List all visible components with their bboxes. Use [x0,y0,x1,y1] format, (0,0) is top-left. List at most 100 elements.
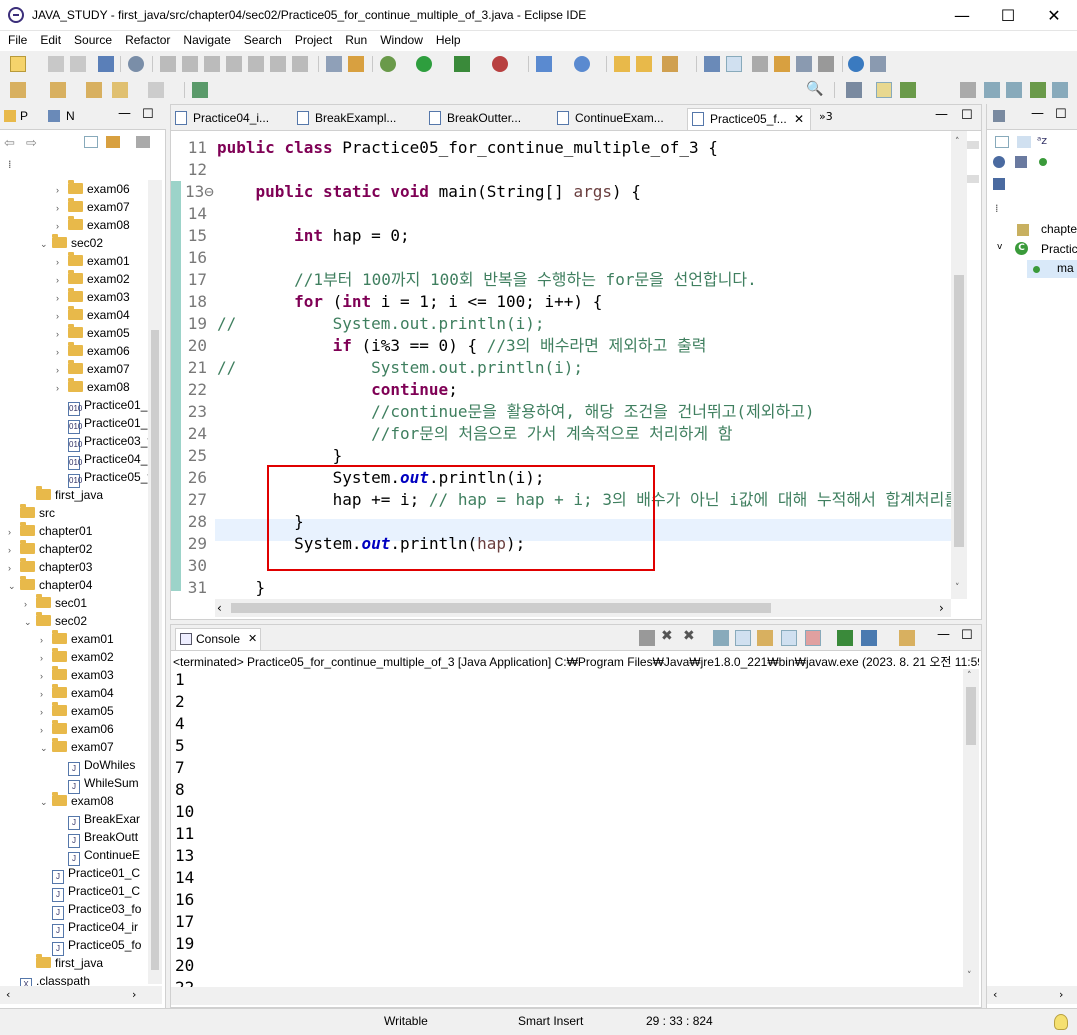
editor-vscrollbar[interactable]: ˄ ˅ [951,131,967,599]
disconnect-icon[interactable] [226,56,242,72]
view-icon-1[interactable] [984,82,1000,98]
tree-item[interactable]: › exam06 [40,720,114,738]
tab-continueexample[interactable]: ContinueExam... [553,108,687,130]
debug-icon[interactable] [380,56,396,72]
expand-arrow-icon[interactable]: › [56,289,68,307]
back-icon[interactable] [86,82,102,98]
outline-class[interactable]: Practic [1041,242,1077,256]
tree-item[interactable]: › exam01 [56,252,130,270]
expand-arrow-icon[interactable]: › [24,595,36,613]
tab-breakexample[interactable]: BreakExampl... [293,108,425,130]
maximize-console-icon[interactable]: ☐ [961,628,973,643]
pin-icon[interactable] [192,82,208,98]
remove-all-icon[interactable]: ✖ [683,628,695,644]
tree-item[interactable]: › exam05 [56,324,130,342]
open-console-icon[interactable] [899,630,915,646]
open-type-icon[interactable] [614,56,630,72]
highlight-icon[interactable] [726,56,742,72]
expand-arrow-icon[interactable]: › [40,631,52,649]
expand-arrow-icon[interactable]: ⌄ [8,577,20,595]
code-line[interactable]: 19 // System.out.println(i); [171,313,951,335]
tree-item[interactable]: first_java [24,954,103,972]
clear-console-icon[interactable] [713,630,729,646]
show-stderr-icon[interactable] [805,630,821,646]
scroll-down-icon[interactable]: ˅ [967,971,972,981]
menu-run[interactable]: Run [337,31,372,47]
expand-arrow-icon[interactable]: › [40,649,52,667]
tree-item[interactable]: › exam06 [56,180,130,198]
tab-navigator[interactable]: N [66,109,75,123]
code-line[interactable]: 20 if (i%3 == 0) { //3의 배수라면 제외하고 출력 [171,335,951,357]
tree-item[interactable]: 010 Practice04_ir [56,450,148,470]
new-icon[interactable] [10,56,26,72]
view-menu-icon[interactable] [136,136,150,148]
expand-arrow-icon[interactable]: › [56,253,68,271]
scroll-right-icon[interactable]: › [939,601,944,615]
expand-class-icon[interactable]: v [997,242,1002,252]
tree-hscrollbar[interactable]: ‹ › [0,986,162,1004]
perspective-open-icon[interactable] [846,82,862,98]
tree-item[interactable]: J DoWhiles [56,756,135,776]
menu-edit[interactable]: Edit [32,31,66,47]
maximize-editor-icon[interactable]: ☐ [961,108,973,123]
close-button[interactable]: ✕ [1031,0,1077,31]
collapse-outline-icon[interactable] [995,136,1009,148]
open-perspective-icon[interactable] [870,56,886,72]
save-all-icon[interactable] [70,56,86,72]
tab-console[interactable]: Console ✕ [175,628,261,650]
tree-item[interactable]: › exam07 [56,360,130,378]
expand-arrow-icon[interactable]: › [8,559,20,577]
tree-item[interactable]: › sec01 [24,594,87,612]
code-line[interactable]: 17 //1부터 100까지 100회 반복을 수행하는 for문을 선언합니다… [171,269,951,291]
minimize-editor-icon[interactable]: — [935,107,948,122]
view-icon-2[interactable] [1006,82,1022,98]
step-over-icon[interactable] [270,56,286,72]
java-perspective-icon[interactable] [876,82,892,98]
scroll-left-icon[interactable]: ‹ [217,601,222,615]
tree-item[interactable]: J BreakExar [56,810,140,830]
tree-item[interactable]: › chapter01 [8,522,92,540]
tree-item[interactable]: ⌄ sec02 [24,612,87,630]
menu-file[interactable]: File [0,31,32,47]
paragraph-icon[interactable] [818,56,834,72]
tree-item[interactable]: 010Practice03_fo [56,432,148,452]
outline-icon[interactable] [993,110,1005,122]
external-tools-icon[interactable] [492,56,508,72]
minimize-button[interactable]: — [939,0,985,31]
menu-window[interactable]: Window [372,31,428,47]
toggle-breakpoint-icon[interactable] [348,56,364,72]
expand-arrow-icon[interactable]: › [40,667,52,685]
nav-forward-icon[interactable] [148,82,164,98]
expand-arrow-icon[interactable]: ⌄ [40,739,52,757]
step-return-icon[interactable] [292,56,308,72]
run-icon[interactable] [416,56,432,72]
tab-package-explorer[interactable]: P [20,109,28,123]
code-line[interactable]: 21 // System.out.println(i); [171,357,951,379]
print-icon[interactable] [98,56,114,72]
tab-practice04[interactable]: Practice04_i... [171,108,293,130]
save-icon[interactable] [48,56,64,72]
tree-item[interactable]: J Practice01_C [40,882,140,902]
tree-item[interactable]: J BreakOutt [56,828,138,848]
tree-item[interactable]: › exam02 [40,648,114,666]
menu-help[interactable]: Help [428,31,466,47]
scroll-left-icon[interactable]: ‹ [6,988,10,1001]
expand-arrow-icon[interactable]: › [56,361,68,379]
link-editor-icon[interactable] [106,136,120,148]
next-annotation-icon[interactable] [774,56,790,72]
code-line[interactable]: 14 [171,203,951,225]
console-hscrollbar[interactable] [171,987,979,1005]
view-menu-dots-icon[interactable]: ⁞ [8,158,12,171]
code-line[interactable]: 23 //continue문을 활용하여, 해당 조건을 건너뛰고(제외하고) [171,401,951,423]
tree-item[interactable]: › exam06 [56,342,130,360]
new-class-icon[interactable] [574,56,590,72]
tree-item[interactable]: › exam04 [40,684,114,702]
forward-icon[interactable] [112,82,128,98]
tree-item[interactable]: › chapter03 [8,558,92,576]
close-console-icon[interactable]: ✕ [248,632,257,645]
suspend-icon[interactable] [182,56,198,72]
nav-back-icon[interactable]: ⇦ [4,136,15,151]
tree-item[interactable]: 010Practice01_C [56,414,148,434]
tree-item[interactable]: › exam03 [40,666,114,684]
show-stdout-icon[interactable] [781,630,797,646]
